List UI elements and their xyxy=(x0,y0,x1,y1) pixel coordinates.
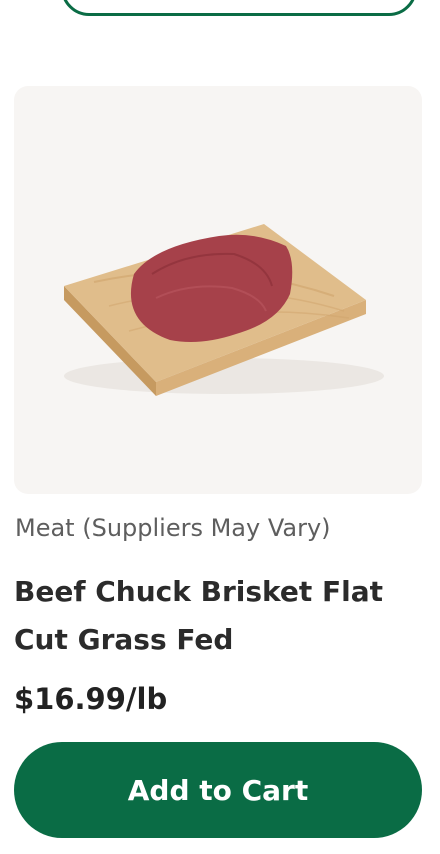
product-category: Meat (Suppliers May Vary) xyxy=(15,514,331,542)
product-image[interactable] xyxy=(14,86,422,494)
product-title[interactable]: Beef Chuck Brisket Flat Cut Grass Fed xyxy=(14,568,426,664)
product-price: $16.99/lb xyxy=(14,682,168,716)
add-to-cart-button[interactable]: Add to Cart xyxy=(14,742,422,838)
top-outline-button[interactable] xyxy=(61,0,417,16)
